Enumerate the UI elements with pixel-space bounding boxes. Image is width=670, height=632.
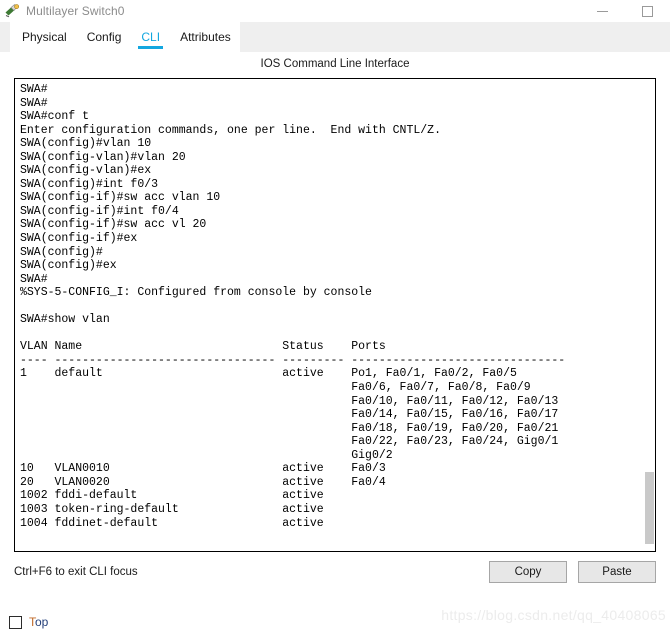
terminal-container[interactable]: SWA# SWA# SWA#conf t Enter configuration… xyxy=(14,78,656,552)
minimize-button[interactable] xyxy=(580,0,625,22)
cli-panel: IOS Command Line Interface SWA# SWA# SWA… xyxy=(0,52,670,583)
cli-bottom-bar: Ctrl+F6 to exit CLI focus Copy Paste xyxy=(14,560,656,584)
window-titlebar: Multilayer Switch0 xyxy=(0,0,670,22)
window-controls xyxy=(580,0,670,22)
tabstrip-background: Physical Config CLI Attributes xyxy=(0,22,670,52)
minimize-icon xyxy=(597,10,608,12)
top-label-part-2: op xyxy=(35,615,49,629)
tab-cli[interactable]: CLI xyxy=(138,22,163,52)
window-title: Multilayer Switch0 xyxy=(26,4,125,18)
cli-focus-hint: Ctrl+F6 to exit CLI focus xyxy=(14,566,138,578)
switch-device-icon xyxy=(4,3,20,19)
window-footer: Top xyxy=(0,612,670,632)
maximize-button[interactable] xyxy=(625,0,670,22)
tab-attributes[interactable]: Attributes xyxy=(180,22,231,52)
tabstrip: Physical Config CLI Attributes xyxy=(10,22,240,52)
paste-button[interactable]: Paste xyxy=(578,561,656,583)
copy-button[interactable]: Copy xyxy=(489,561,567,583)
top-checkbox-label: Top xyxy=(29,615,48,629)
tab-physical[interactable]: Physical xyxy=(22,22,67,52)
cli-header-title: IOS Command Line Interface xyxy=(260,58,410,70)
terminal-scrollbar-thumb[interactable] xyxy=(645,472,654,544)
maximize-icon xyxy=(642,5,653,17)
terminal-output[interactable]: SWA# SWA# SWA#conf t Enter configuration… xyxy=(15,79,655,530)
top-checkbox[interactable] xyxy=(9,615,22,629)
tab-config[interactable]: Config xyxy=(87,22,122,52)
terminal-scrollbar[interactable] xyxy=(645,80,654,550)
cli-button-group: Copy Paste xyxy=(478,561,656,583)
